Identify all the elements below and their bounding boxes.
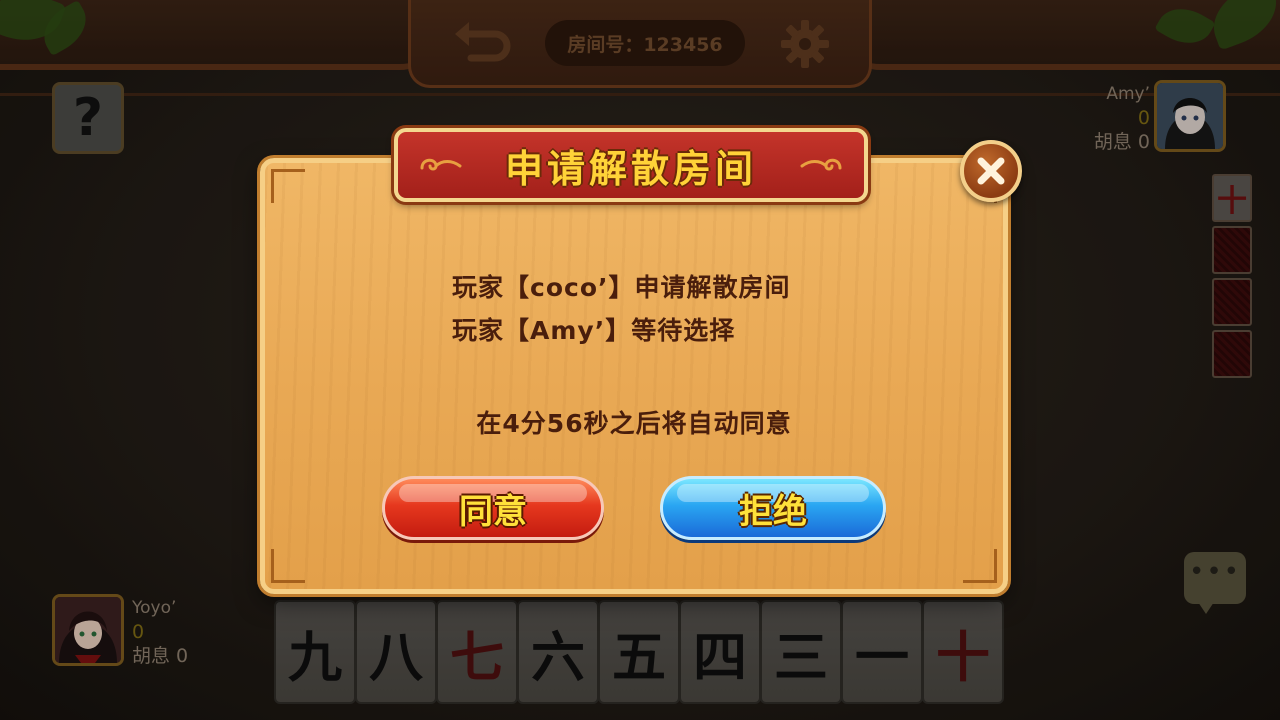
reject-button[interactable]: 拒绝 [660, 476, 886, 540]
dialog-title-banner: 申请解散房间 [394, 128, 868, 202]
agree-button[interactable]: 同意 [382, 476, 604, 540]
cloud-swirl-icon [800, 158, 842, 171]
cloud-swirl-icon [420, 158, 462, 171]
close-button[interactable] [960, 140, 1022, 202]
auto-agree-countdown: 在4分56秒之后将自动同意 [476, 409, 792, 438]
agree-label: 同意 [459, 491, 527, 532]
close-icon [977, 157, 1005, 185]
corner-ornament [271, 549, 305, 583]
dialog-title: 申请解散房间 [504, 146, 757, 191]
dissolve-room-dialog [260, 158, 1008, 594]
corner-ornament [963, 549, 997, 583]
waiting-message: 玩家【Amy’】等待选择 [452, 316, 736, 345]
reject-label: 拒绝 [739, 491, 807, 532]
request-message: 玩家【coco’】申请解散房间 [452, 273, 791, 302]
corner-ornament [271, 169, 305, 203]
